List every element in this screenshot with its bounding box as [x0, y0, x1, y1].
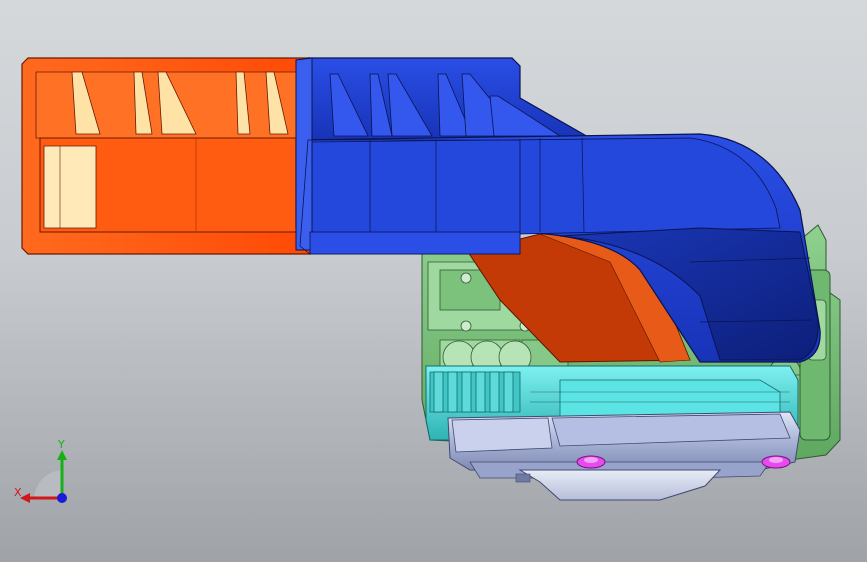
x-axis-label: X	[14, 486, 22, 499]
y-axis-label: Y	[57, 440, 65, 451]
cad-3d-viewport[interactable]: Y X	[0, 0, 867, 562]
grey-motor-base[interactable]	[447, 411, 801, 501]
axis-triad: Y X	[12, 438, 82, 510]
z-axis-dot	[57, 493, 67, 503]
cad-assembly-model[interactable]	[0, 0, 867, 562]
triad-plane-shade	[34, 470, 62, 498]
y-axis-arrowhead	[57, 450, 67, 460]
